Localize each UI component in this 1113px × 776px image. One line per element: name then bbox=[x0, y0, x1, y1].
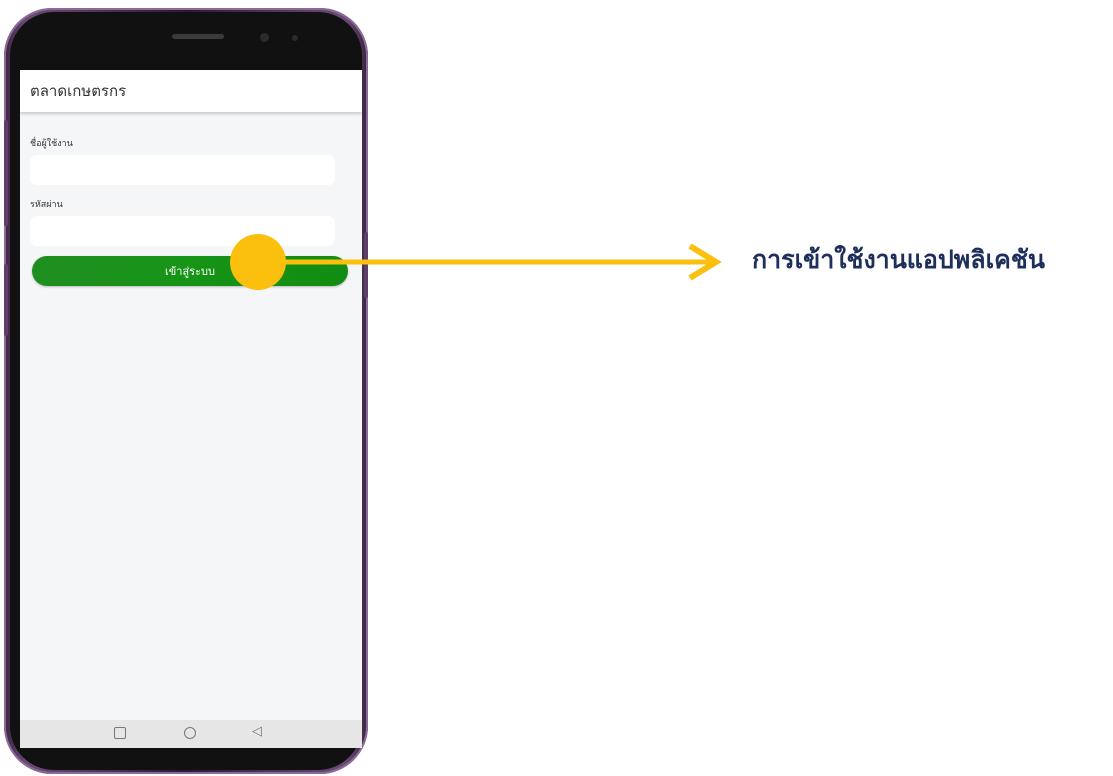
annotation-overlay bbox=[230, 234, 722, 290]
tap-marker-icon bbox=[230, 234, 286, 290]
annotation-label: การเข้าใช้งานแอปพลิเคชัน bbox=[752, 245, 1045, 274]
